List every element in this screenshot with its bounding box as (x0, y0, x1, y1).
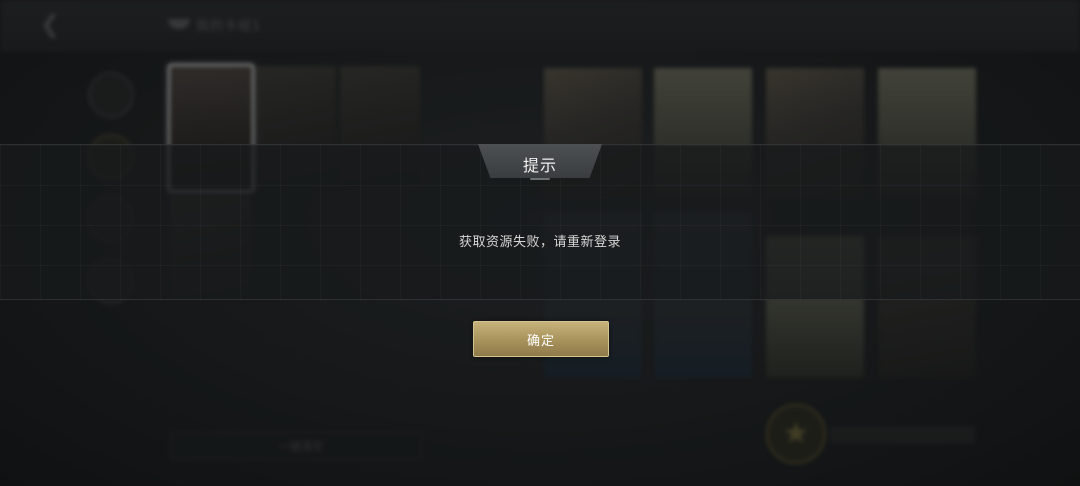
confirm-button-label: 确定 (526, 333, 555, 349)
title-underline (530, 178, 550, 180)
game-screen: ❮ 我的卡组1 一键清空 ★ 提示 获取资源失败，请重新登录 确定 (0, 0, 1080, 486)
confirm-button[interactable]: 确定 (473, 321, 609, 357)
dialog-message: 获取资源失败，请重新登录 (458, 235, 621, 250)
dialog-title: 提示 (522, 156, 557, 175)
